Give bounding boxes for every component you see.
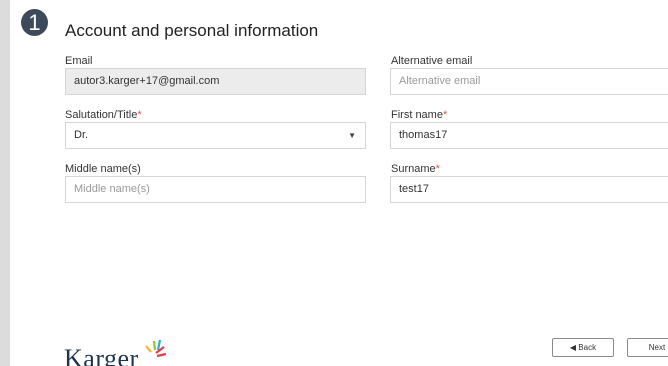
brand-name: Karger	[64, 344, 139, 366]
salutation-label: Salutation/Title*	[65, 109, 142, 121]
surname-label: Surname*	[391, 163, 440, 175]
required-mark: *	[137, 109, 142, 121]
next-button[interactable]: Next	[627, 338, 668, 357]
surname-value: test17	[399, 183, 429, 195]
email-value: autor3.karger+17@gmail.com	[74, 75, 220, 87]
alt-email-placeholder: Alternative email	[399, 75, 481, 87]
first-name-field[interactable]: thomas17	[390, 122, 668, 149]
section-title: Account and personal information	[65, 21, 319, 40]
middle-name-field[interactable]: Middle name(s)	[65, 176, 366, 203]
salutation-label-text: Salutation/Title	[65, 109, 138, 121]
email-label: Email	[65, 55, 93, 67]
dropdown-caret-icon: ▼	[348, 131, 356, 140]
step-number-badge: 1	[21, 9, 48, 36]
required-mark: *	[435, 163, 440, 175]
surname-label-text: Surname	[391, 163, 436, 175]
left-rail	[0, 0, 10, 366]
middle-name-label-text: Middle name(s)	[65, 163, 141, 175]
middle-name-placeholder: Middle name(s)	[74, 183, 150, 195]
salutation-value: Dr.	[74, 129, 89, 141]
middle-name-label: Middle name(s)	[65, 163, 141, 175]
alt-email-field[interactable]: Alternative email	[390, 68, 668, 95]
required-mark: *	[442, 109, 448, 121]
karger-logo: Karger	[64, 338, 194, 366]
email-field: autor3.karger+17@gmail.com	[65, 68, 366, 95]
first-name-value: thomas17	[399, 129, 448, 141]
first-name-label-text: First name	[391, 109, 443, 121]
back-button[interactable]: ◀ Back	[552, 338, 614, 357]
alt-email-label: Alternative email	[391, 55, 472, 67]
surname-field[interactable]: test17	[390, 176, 668, 203]
first-name-label: First name*	[391, 109, 447, 121]
alt-email-label-text: Alternative email	[391, 55, 473, 67]
salutation-select[interactable]: Dr. ▼	[65, 122, 366, 149]
logo-mark-icon	[145, 339, 167, 358]
email-label-text: Email	[65, 55, 93, 67]
